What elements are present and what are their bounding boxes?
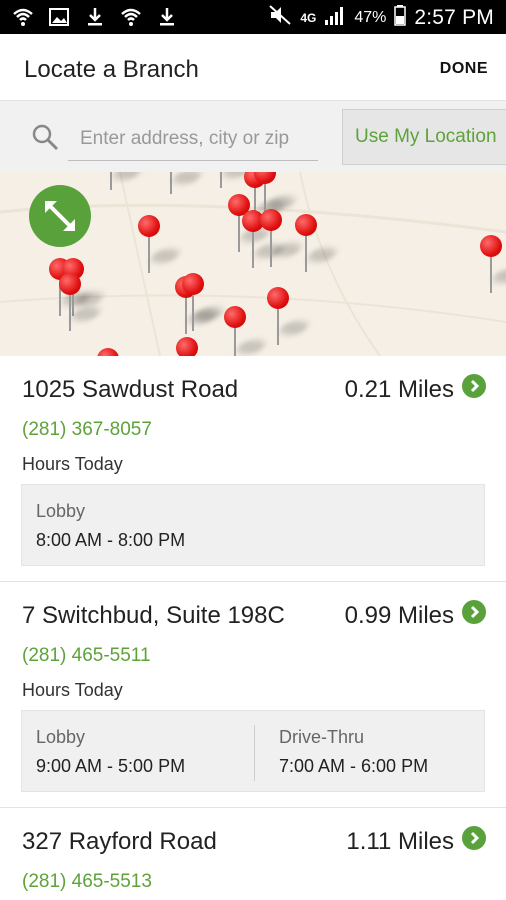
chevron-right-icon — [462, 831, 486, 854]
wifi-question-icon — [12, 6, 34, 28]
hours-time: 9:00 AM - 5:00 PM — [36, 756, 186, 776]
download-icon — [84, 6, 106, 28]
map-pin[interactable] — [100, 172, 145, 192]
map-pin[interactable] — [160, 172, 205, 196]
branch-phone-link[interactable]: (281) 465-5511 — [22, 645, 151, 667]
branch-address: 327 Rayford Road — [22, 828, 217, 855]
battery-percent: 47% — [354, 8, 387, 26]
search-bar: Use My Location — [0, 100, 506, 172]
branch-item[interactable]: 7 Switchbud, Suite 198C 0.99 Miles (281)… — [0, 582, 506, 808]
hours-box: Lobby 8:00 AM - 8:00 PM — [21, 484, 485, 566]
hours-today-label: Hours Today — [22, 680, 123, 700]
branch-address: 7 Switchbud, Suite 198C — [22, 602, 285, 629]
hours-type: Drive-Thru — [279, 727, 365, 747]
map-pin[interactable] — [210, 172, 255, 190]
map-pin[interactable] — [176, 337, 198, 356]
page-title: Locate a Branch — [24, 56, 199, 83]
hours-column: Lobby 8:00 AM - 8:00 PM — [22, 485, 185, 567]
branch-item[interactable]: 327 Rayford Road 1.11 Miles (281) 465-55… — [0, 808, 506, 900]
hours-divider — [254, 725, 255, 781]
hours-time: 7:00 AM - 6:00 PM — [279, 756, 429, 776]
network-type: 4G — [300, 10, 317, 25]
mute-icon — [268, 4, 292, 31]
branch-distance: 1.11 Miles — [346, 828, 454, 855]
app-bar: Locate a Branch DONE — [0, 34, 506, 100]
map-pin[interactable] — [260, 209, 305, 269]
use-my-location-button[interactable]: Use My Location — [342, 109, 506, 165]
clock: 2:57 PM — [414, 5, 494, 29]
branch-details-button[interactable] — [462, 826, 486, 850]
hours-time: 8:00 AM - 8:00 PM — [36, 530, 186, 550]
map-pin[interactable] — [295, 214, 340, 274]
map-pin[interactable] — [138, 215, 183, 275]
signal-icon — [324, 4, 346, 31]
map-pin[interactable] — [480, 235, 506, 295]
search-icon — [30, 122, 60, 152]
wifi-question-icon — [120, 6, 142, 28]
branch-details-button[interactable] — [462, 600, 486, 624]
branch-phone-link[interactable]: (281) 465-5513 — [22, 871, 152, 893]
done-button[interactable]: DONE — [440, 60, 488, 78]
chevron-right-icon — [462, 605, 486, 628]
map-pin[interactable] — [182, 273, 227, 333]
search-input[interactable] — [68, 117, 318, 161]
map-pin[interactable] — [97, 348, 119, 356]
hours-column: Drive-Thru 7:00 AM - 6:00 PM — [265, 711, 428, 793]
status-bar: 4G 47% 2:57 PM — [0, 0, 506, 34]
hours-column: Lobby 9:00 AM - 5:00 PM — [22, 711, 185, 793]
branch-phone-link[interactable]: (281) 367-8057 — [22, 419, 152, 441]
map-pin[interactable] — [267, 287, 312, 347]
branch-item[interactable]: 1025 Sawdust Road 0.21 Miles (281) 367-8… — [0, 356, 506, 582]
system-icons: 4G 47% 2:57 PM — [268, 4, 494, 31]
hours-today-label: Hours Today — [22, 454, 123, 474]
chevron-right-icon — [462, 379, 486, 402]
map[interactable] — [0, 172, 506, 356]
branch-distance: 0.99 Miles — [344, 602, 454, 629]
expand-map-button[interactable] — [29, 185, 91, 247]
download-icon — [156, 6, 178, 28]
battery-icon — [394, 4, 407, 31]
branch-distance: 0.21 Miles — [344, 376, 454, 403]
map-pin[interactable] — [59, 273, 104, 333]
map-pin[interactable] — [224, 306, 269, 356]
branch-details-button[interactable] — [462, 374, 486, 398]
expand-icon — [29, 201, 91, 251]
hours-box: Lobby 9:00 AM - 5:00 PM Drive-Thru 7:00 … — [21, 710, 485, 792]
hours-type: Lobby — [36, 501, 86, 521]
hours-type: Lobby — [36, 727, 86, 747]
notification-icons — [12, 6, 178, 28]
image-icon — [48, 6, 70, 28]
branch-address: 1025 Sawdust Road — [22, 376, 239, 403]
